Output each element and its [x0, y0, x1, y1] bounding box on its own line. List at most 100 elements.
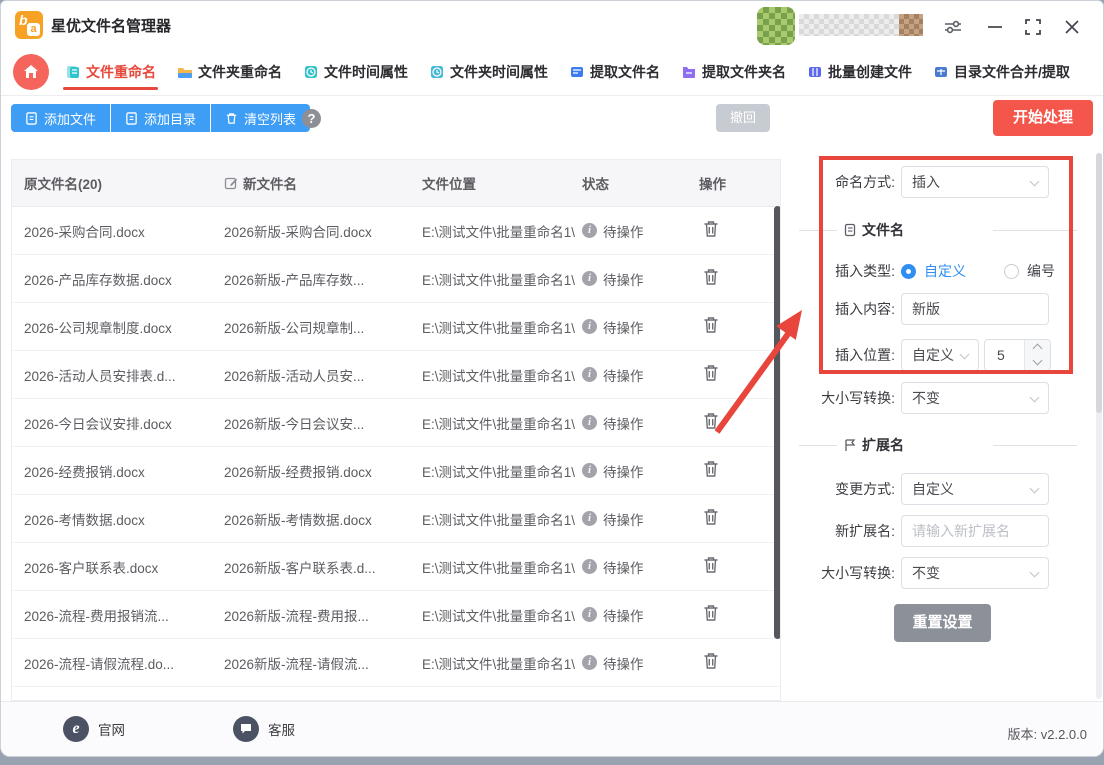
delete-row-button[interactable]	[701, 315, 721, 335]
cell-new-name: 2026新版-今日会议安...	[224, 416, 365, 432]
cell-original-name: 2026-经费报销.docx	[24, 464, 145, 480]
edit-icon	[224, 177, 237, 190]
cell-original-name: 2026-产品库存数据.docx	[24, 272, 172, 288]
filename-section-divider: 文件名	[791, 221, 1103, 239]
delete-row-button[interactable]	[701, 555, 721, 575]
delete-row-button[interactable]	[701, 459, 721, 479]
cell-status: i 待操作	[582, 317, 699, 337]
insert-position-label: 插入位置:	[835, 347, 895, 363]
delete-row-button[interactable]	[701, 603, 721, 623]
cell-original-name: 2026-流程-请假流程.do...	[24, 656, 175, 672]
cell-file-path: E:\测试文件\批量重命名1\	[422, 560, 576, 576]
help-button[interactable]: ?	[302, 109, 321, 128]
stepper-value[interactable]: 5	[985, 340, 1024, 370]
cell-file-path: E:\测试文件\批量重命名1\	[422, 320, 576, 336]
folder-time-icon	[431, 66, 443, 78]
tab-extract-foldername[interactable]: 提取文件夹名	[681, 49, 786, 95]
file-time-icon	[305, 66, 317, 78]
cell-new-name: 2026新版-经费报销.docx	[224, 464, 372, 480]
new-extension-label: 新扩展名:	[835, 523, 895, 539]
cell-file-path: E:\测试文件\批量重命名1\	[422, 368, 576, 384]
delete-row-button[interactable]	[701, 267, 721, 287]
naming-mode-select[interactable]: 插入	[901, 166, 1049, 198]
browser-icon: e	[63, 716, 89, 742]
tab-extract-filename[interactable]: 提取文件名	[569, 49, 660, 95]
undo-button[interactable]: 撤回	[716, 104, 770, 132]
reset-settings-button[interactable]: 重置设置	[894, 604, 991, 642]
delete-row-button[interactable]	[701, 507, 721, 527]
settings-sliders-button[interactable]	[942, 16, 964, 38]
clear-list-button[interactable]: 清空列表	[211, 104, 311, 132]
filename-case-select[interactable]: 不变	[901, 382, 1049, 414]
info-icon: i	[582, 511, 597, 526]
user-avatar[interactable]	[757, 7, 795, 45]
add-file-button[interactable]: 添加文件	[11, 104, 111, 132]
delete-row-button[interactable]	[701, 411, 721, 431]
radio-number-label[interactable]: 编号	[1027, 261, 1055, 281]
table-row: 2026-考情数据.docx 2026新版-考情数据.docx E:\测试文件\…	[12, 495, 780, 543]
directory-icon	[126, 111, 137, 125]
tab-file-time[interactable]: 文件时间属性	[303, 49, 408, 95]
cell-file-path: E:\测试文件\批量重命名1\	[422, 512, 576, 528]
radio-number[interactable]	[1004, 263, 1019, 279]
col-original-name: 原文件名(20)	[24, 177, 103, 192]
col-new-name: 新文件名	[224, 173, 422, 193]
version-text: 版本: v2.2.0.0	[1007, 727, 1087, 742]
col-status: 状态	[582, 177, 609, 192]
stepper-down-button[interactable]	[1025, 355, 1050, 370]
cell-original-name: 2026-今日会议安排.docx	[24, 416, 172, 432]
info-icon: i	[582, 319, 597, 334]
support-link[interactable]: 客服	[233, 716, 295, 742]
extension-case-select[interactable]: 不变	[901, 557, 1049, 589]
radio-custom-label[interactable]: 自定义	[924, 261, 966, 281]
tab-batch-create[interactable]: 批量创建文件	[807, 49, 912, 95]
cell-status: i 待操作	[582, 461, 699, 481]
table-row: 2026-客户联系表.docx 2026新版-客户联系表.d... E:\测试文…	[12, 543, 780, 591]
tab-folder-rename[interactable]: 文件夹重命名	[177, 49, 282, 95]
home-icon	[24, 65, 38, 78]
add-directory-button[interactable]: 添加目录	[111, 104, 211, 132]
new-extension-input[interactable]	[901, 515, 1049, 547]
insert-position-select[interactable]: 自定义	[901, 339, 979, 371]
website-link[interactable]: e 官网	[63, 716, 125, 742]
tab-label: 文件夹时间属性	[450, 64, 548, 80]
tab-merge-extract[interactable]: 目录文件合并/提取	[933, 49, 1070, 95]
chevron-down-icon	[1029, 176, 1040, 187]
info-icon: i	[582, 415, 597, 430]
extension-section-title: 扩展名	[862, 437, 904, 453]
close-button[interactable]	[1061, 16, 1083, 38]
cell-new-name: 2026新版-客户联系表.d...	[224, 560, 376, 576]
table-row: 2026-流程-费用报销流... 2026新版-流程-费用报... E:\测试文…	[12, 591, 780, 639]
radio-custom[interactable]	[901, 263, 916, 279]
settings-scrollbar[interactable]	[1096, 153, 1102, 699]
cell-status: i 待操作	[582, 605, 699, 625]
home-button[interactable]	[13, 54, 49, 90]
folder-rename-icon	[178, 68, 192, 78]
naming-mode-label: 命名方式:	[835, 174, 895, 190]
cell-status: i 待操作	[582, 509, 699, 529]
toolbar: 添加文件 添加目录 清空列表 ? 撤回 开始处理	[1, 96, 1103, 141]
cell-new-name: 2026新版-流程-请假流...	[224, 656, 369, 672]
table-header-row: 原文件名(20) 新文件名 文件位置 状态 操作	[12, 160, 780, 207]
maximize-button[interactable]	[1022, 16, 1044, 38]
delete-row-button[interactable]	[701, 651, 721, 671]
delete-row-button[interactable]	[701, 219, 721, 239]
insert-content-input[interactable]	[901, 293, 1049, 325]
minimize-button[interactable]	[984, 16, 1006, 38]
tab-file-rename[interactable]: 文件重命名	[63, 49, 158, 95]
cell-file-path: E:\测试文件\批量重命名1\	[422, 224, 576, 240]
table-scrollbar[interactable]	[774, 206, 780, 639]
col-file-path: 文件位置	[422, 177, 476, 192]
start-process-button[interactable]: 开始处理	[993, 100, 1093, 136]
stepper-up-button[interactable]	[1025, 340, 1050, 355]
file-rename-icon	[67, 66, 79, 78]
delete-row-button[interactable]	[701, 363, 721, 383]
change-mode-select[interactable]: 自定义	[901, 473, 1049, 505]
cell-file-path: E:\测试文件\批量重命名1\	[422, 464, 576, 480]
file-icon	[26, 111, 37, 125]
cell-status: i 待操作	[582, 365, 699, 385]
info-icon: i	[582, 223, 597, 238]
website-label: 官网	[98, 723, 125, 738]
tab-folder-time[interactable]: 文件夹时间属性	[429, 49, 548, 95]
tab-label: 文件重命名	[86, 64, 156, 80]
